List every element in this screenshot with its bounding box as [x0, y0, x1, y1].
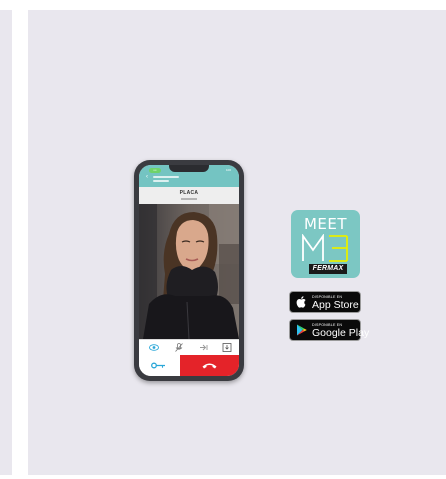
capture-icon[interactable] [222, 343, 232, 352]
screen-title-bar: PLACA [139, 187, 239, 204]
call-action-bar [139, 355, 239, 376]
back-arrow-icon[interactable]: ‹ [146, 174, 151, 180]
logo-me-mark [302, 234, 348, 262]
header-text-line [153, 180, 169, 182]
open-door-button[interactable] [139, 355, 180, 376]
google-play-icon [297, 324, 307, 336]
app-store-label: App Store [312, 299, 359, 311]
battery-indicator: 100 [225, 168, 231, 172]
video-feed [139, 204, 239, 339]
meet-me-logo: MEET FERMAX [291, 210, 360, 278]
hang-up-phone-icon [202, 363, 217, 369]
status-indicator: ••• [149, 168, 161, 173]
logo-word: MEET [303, 215, 348, 233]
call-controls [139, 339, 239, 355]
page: ••• 100 ‹ PLACA MEET FERMAX DISPONIBLE E… [0, 0, 446, 479]
phone-notch [169, 165, 209, 172]
screen-title: PLACA [179, 190, 199, 196]
switch-camera-icon[interactable] [199, 343, 209, 352]
phone-mockup: ••• 100 ‹ PLACA [134, 160, 244, 381]
left-strip [0, 10, 12, 475]
header-text-line [153, 176, 179, 178]
google-play-badge[interactable]: DISPONIBLE EN Google Play [289, 319, 369, 341]
app-store-badge[interactable]: DISPONIBLE EN App Store [289, 291, 361, 313]
screen-subtitle-line [181, 198, 197, 200]
microphone-muted-icon[interactable] [174, 343, 184, 352]
key-icon [151, 362, 165, 369]
google-play-label: Google Play [312, 327, 370, 339]
phone-screen: ••• 100 ‹ PLACA [139, 165, 239, 376]
apple-icon [296, 296, 306, 308]
eye-icon[interactable] [149, 343, 159, 352]
fermax-brand: FERMAX [309, 264, 347, 274]
hang-up-button[interactable] [180, 355, 239, 376]
video-portrait-image [139, 204, 239, 339]
